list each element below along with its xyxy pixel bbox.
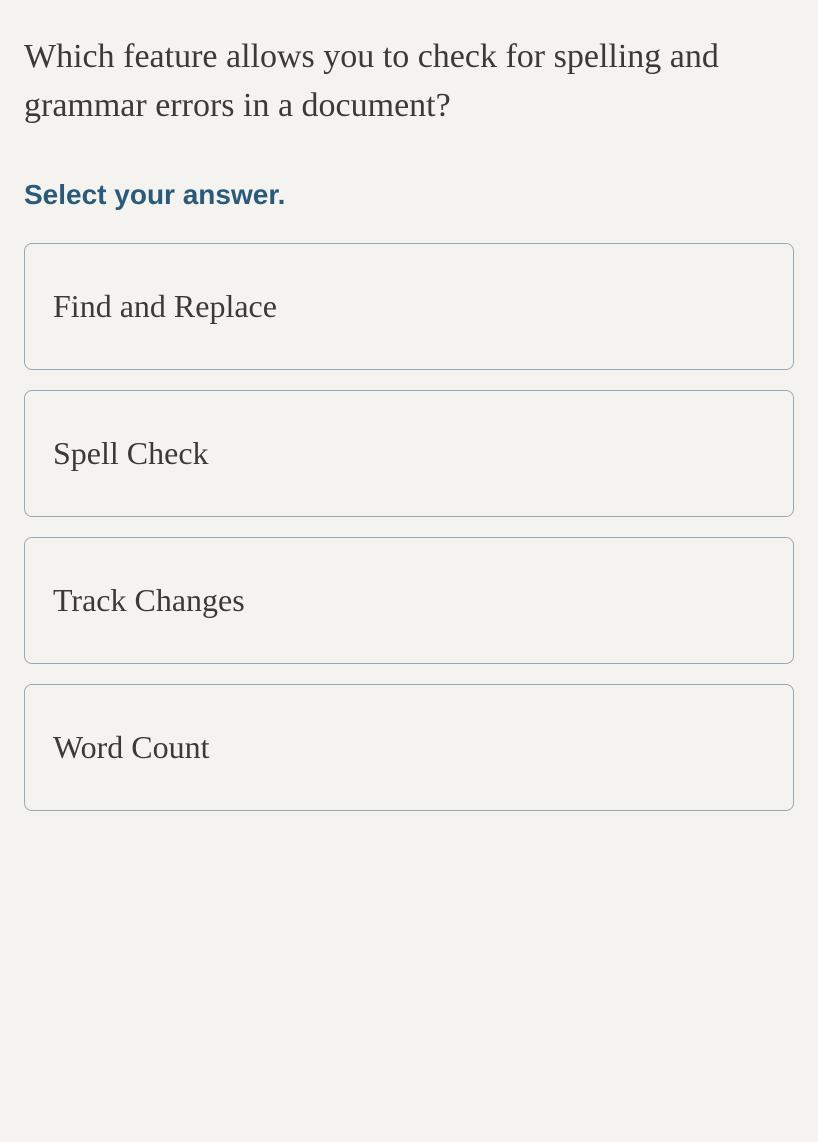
option-find-and-replace[interactable]: Find and Replace [24,243,794,370]
instruction-text: Select your answer. [24,179,794,211]
option-spell-check[interactable]: Spell Check [24,390,794,517]
option-word-count[interactable]: Word Count [24,684,794,811]
question-text: Which feature allows you to check for sp… [24,32,794,131]
options-list: Find and Replace Spell Check Track Chang… [24,243,794,811]
option-track-changes[interactable]: Track Changes [24,537,794,664]
